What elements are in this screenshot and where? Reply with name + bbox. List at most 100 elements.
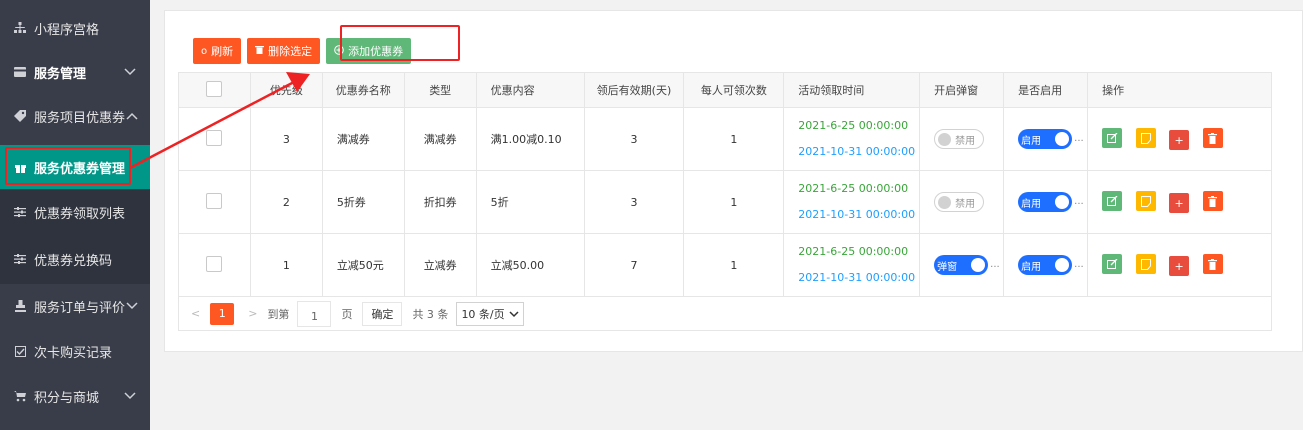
plus-icon[interactable]: + xyxy=(1169,256,1190,276)
cell-priority: 1 xyxy=(249,233,323,297)
goto-label: 到第 xyxy=(267,307,290,321)
cell-enabled: 启用 ··· xyxy=(1003,233,1089,297)
sidebar-item-card-purchases[interactable]: 次卡购买记录 xyxy=(0,329,150,373)
ellipsis-icon: ··· xyxy=(1074,261,1084,273)
edit-icon[interactable] xyxy=(1102,128,1123,148)
cell-popup: 弹窗 ··· xyxy=(919,233,1005,297)
trash-icon[interactable] xyxy=(1202,128,1223,148)
enabled-toggle-label: 启用 xyxy=(1021,135,1042,147)
table-row: 2 5折券 折扣券 5折 3 1 2021-6-25 00:00:00 2021… xyxy=(178,170,1272,234)
cell-popup: 禁用 xyxy=(919,107,1005,171)
sidebar-item-label: 积分与商城 xyxy=(34,390,100,406)
toggle-knob xyxy=(1055,195,1070,209)
sidebar-item-service-coupon[interactable]: 服务项目优惠券 xyxy=(0,94,150,138)
confirm-page-button[interactable]: 确定 xyxy=(362,301,403,326)
trash-icon[interactable] xyxy=(1202,191,1223,211)
next-page-icon[interactable]: > xyxy=(248,307,257,320)
sitemap-icon xyxy=(14,22,26,34)
cell-actions: + xyxy=(1087,107,1272,171)
chevron-up-icon xyxy=(126,109,138,123)
enabled-toggle[interactable]: 启用 xyxy=(1018,129,1073,149)
edit-icon[interactable] xyxy=(1102,254,1123,274)
header-actions: 操作 xyxy=(1087,72,1272,108)
cell-claim-time: 2021-6-25 00:00:00 2021-10-31 00:00:00 xyxy=(783,107,921,171)
cell-priority: 2 xyxy=(249,170,323,234)
note-icon[interactable] xyxy=(1135,254,1156,274)
checkbox-icon xyxy=(14,345,26,357)
note-icon[interactable] xyxy=(1135,191,1156,211)
refresh-button[interactable]: o 刷新 xyxy=(193,38,242,64)
page-current[interactable]: 1 xyxy=(210,302,235,325)
cell-priority: 3 xyxy=(249,107,323,171)
ellipsis-icon: ··· xyxy=(1074,135,1084,147)
claim-start: 2021-6-25 00:00:00 xyxy=(798,245,909,258)
cell-content: 5折 xyxy=(475,170,585,234)
chevron-down-icon xyxy=(124,65,136,79)
header-select-all[interactable] xyxy=(178,72,251,108)
header-valid-days: 领后有效期(天) xyxy=(583,72,685,108)
refresh-icon: o xyxy=(201,45,208,57)
cell-type: 立减券 xyxy=(403,233,477,297)
popup-toggle[interactable]: 禁用 xyxy=(934,129,985,149)
row-checkbox[interactable] xyxy=(206,192,223,209)
cart-icon xyxy=(14,390,26,402)
cell-type: 满减券 xyxy=(403,107,477,171)
header-priority: 优先级 xyxy=(249,72,323,108)
sidebar-item-grid[interactable]: 小程序宫格 xyxy=(0,6,150,50)
per-page-value: 10 条/页 xyxy=(461,307,505,321)
sidebar-item-coupon-codes[interactable]: 优惠券兑换码 xyxy=(0,234,150,284)
prev-page-icon[interactable]: < xyxy=(191,307,200,320)
per-page-select[interactable]: 10 条/页 xyxy=(456,301,524,326)
sliders-icon xyxy=(14,253,26,265)
toggle-knob xyxy=(1055,258,1070,272)
cell-actions: + xyxy=(1087,170,1272,234)
header-name: 优惠券名称 xyxy=(321,72,405,108)
sidebar-item-label: 服务管理 xyxy=(34,66,87,82)
sidebar-item-points-mall[interactable]: 积分与商城 xyxy=(0,374,150,418)
pagination: < 1 > 到第 1 页 确定 共 3 条 10 条/页 xyxy=(178,297,1272,331)
note-icon[interactable] xyxy=(1135,128,1156,148)
popup-toggle-label: 弹窗 xyxy=(937,261,958,273)
sidebar-item-coupon-claims[interactable]: 优惠券领取列表 xyxy=(0,190,150,234)
sidebar-item-service[interactable]: 服务管理 xyxy=(0,50,150,94)
cell-claim-time: 2021-6-25 00:00:00 2021-10-31 00:00:00 xyxy=(783,170,921,234)
popup-toggle[interactable]: 弹窗 xyxy=(934,255,989,275)
delete-selected-label: 删除选定 xyxy=(268,45,313,58)
claim-start: 2021-6-25 00:00:00 xyxy=(798,119,909,132)
cell-popup: 禁用 xyxy=(919,170,1005,234)
select-all-checkbox[interactable] xyxy=(206,80,223,97)
sidebar-item-label: 小程序宫格 xyxy=(34,22,100,38)
plus-circle-icon xyxy=(334,44,344,58)
claim-end: 2021-10-31 00:00:00 xyxy=(798,208,916,221)
add-coupon-button[interactable]: 添加优惠券 xyxy=(326,38,412,64)
delete-selected-button[interactable]: 删除选定 xyxy=(247,38,321,64)
cell-enabled: 启用 ··· xyxy=(1003,107,1089,171)
sidebar-item-orders[interactable]: 服务订单与评价 xyxy=(0,284,150,328)
row-checkbox[interactable] xyxy=(206,129,223,146)
chevron-down-icon xyxy=(126,299,138,313)
cell-per-person: 1 xyxy=(683,170,785,234)
sidebar-item-label: 服务订单与评价 xyxy=(34,300,126,316)
table-header-row: 优先级 优惠券名称 类型 优惠内容 领后有效期(天) 每人可领次数 活动领取时间… xyxy=(178,72,1272,108)
edit-icon[interactable] xyxy=(1102,191,1123,211)
plus-icon[interactable]: + xyxy=(1169,193,1190,213)
header-claim-time: 活动领取时间 xyxy=(783,72,921,108)
enabled-toggle[interactable]: 启用 xyxy=(1018,255,1073,275)
enabled-toggle-label: 启用 xyxy=(1021,261,1042,273)
enabled-toggle[interactable]: 启用 xyxy=(1018,192,1073,212)
sidebar-item-coupon-manage[interactable]: 服务优惠券管理 xyxy=(0,145,150,189)
table-row: 3 满减券 满减券 满1.00减0.10 3 1 2021-6-25 00:00… xyxy=(178,107,1272,171)
trash-icon[interactable] xyxy=(1202,254,1223,274)
toggle-knob xyxy=(1055,132,1070,146)
coupon-table: 优先级 优惠券名称 类型 优惠内容 领后有效期(天) 每人可领次数 活动领取时间… xyxy=(178,72,1303,297)
page-input[interactable]: 1 xyxy=(297,300,332,327)
popup-toggle[interactable]: 禁用 xyxy=(934,192,985,212)
plus-icon[interactable]: + xyxy=(1169,130,1190,150)
cell-content: 满1.00减0.10 xyxy=(475,107,585,171)
table-row: 1 立减50元 立减券 立减50.00 7 1 2021-6-25 00:00:… xyxy=(178,233,1272,297)
cell-actions: + xyxy=(1087,233,1272,297)
chevron-down-icon xyxy=(509,310,519,317)
page-unit-label: 页 xyxy=(341,307,353,321)
cell-per-person: 1 xyxy=(683,233,785,297)
row-checkbox[interactable] xyxy=(206,255,223,272)
